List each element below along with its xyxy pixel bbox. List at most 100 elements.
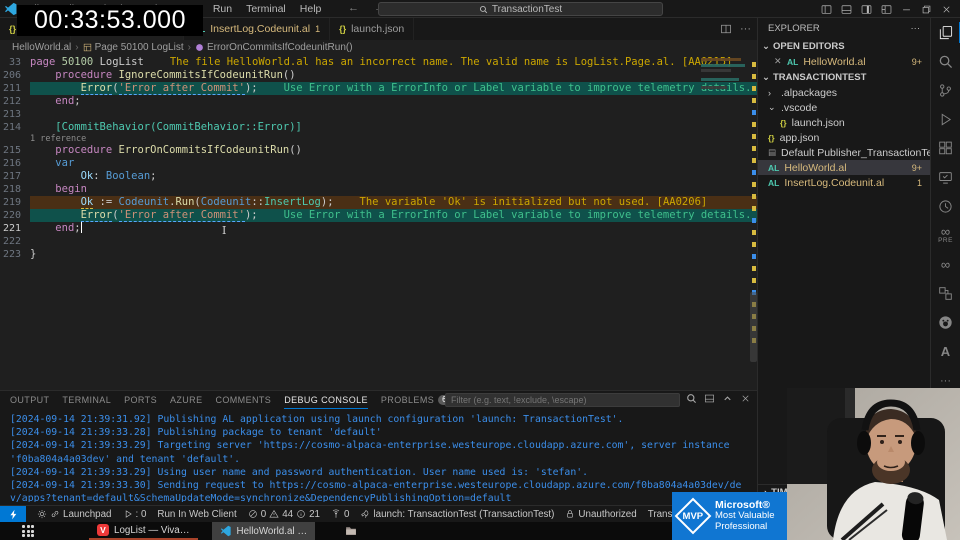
- activity-explorer-icon[interactable]: [931, 18, 960, 47]
- activity-source-control-icon[interactable]: [931, 76, 960, 105]
- ports-status[interactable]: 0: [331, 509, 349, 520]
- code-content: Error('Error after Commit'); Use Error wi…: [30, 209, 757, 222]
- debug-console-output[interactable]: [2024-09-14 21:39:31.92] Publishing AL a…: [0, 409, 757, 502]
- menu-run[interactable]: Run: [213, 3, 232, 15]
- code-line-212[interactable]: 212 end;: [0, 95, 757, 108]
- panel-tab-azure[interactable]: AZURE: [170, 391, 203, 409]
- more-actions-icon[interactable]: ···: [740, 23, 751, 35]
- command-center-search[interactable]: TransactionTest: [378, 2, 663, 16]
- panel-tab-output[interactable]: OUTPUT: [10, 391, 49, 409]
- code-line-206[interactable]: 206 procedure IgnoreCommitsIfCodeunitRun…: [0, 69, 757, 82]
- tab-InsertLog.Codeunit.al[interactable]: ALInsertLog.Codeunit.al1: [184, 18, 331, 40]
- code-line-219[interactable]: 219 Ok := Codeunit.Run(Codeunit::InsertL…: [0, 196, 757, 209]
- activity-search-icon[interactable]: [931, 47, 960, 76]
- breadcrumb[interactable]: HelloWorld.al › Page 50100 LogList › ErrorOn…: [0, 40, 757, 54]
- code-line-217[interactable]: 217 Ok: Boolean;: [0, 170, 757, 183]
- auth-status[interactable]: Unauthorized: [565, 509, 637, 520]
- tab-launch.json[interactable]: {} launch.json: [330, 18, 415, 40]
- problems-status[interactable]: 0 44 21: [248, 509, 320, 520]
- taskbar-vivaldi[interactable]: V LogList — Viva…: [89, 522, 198, 540]
- line-number: 206: [2, 70, 21, 81]
- close-icon[interactable]: [941, 4, 952, 15]
- ruler-mark: [752, 170, 756, 175]
- app-launcher-icon[interactable]: [22, 525, 34, 537]
- close-icon[interactable]: ✕: [774, 56, 782, 67]
- panel-tab-ports[interactable]: PORTS: [124, 391, 157, 409]
- toggle-panel-icon[interactable]: [841, 4, 852, 15]
- code-line-33[interactable]: 33 page 50100 LogList The file HelloWorld.…: [0, 56, 757, 69]
- code-editor[interactable]: 33 page 50100 LogList The file HelloWorld.…: [0, 54, 757, 390]
- panel-tab-comments[interactable]: COMMENTS: [215, 391, 271, 409]
- ruler-mark: [752, 62, 756, 67]
- tree-item-app-json[interactable]: {} app.json: [758, 130, 930, 145]
- code-line-220[interactable]: 220 Error('Error after Commit'); Use Erro…: [0, 209, 757, 222]
- open-editors-section[interactable]: ⌄ OPEN EDITORS: [758, 38, 930, 54]
- panel-tab-debug-console[interactable]: DEBUG CONSOLE: [284, 391, 368, 409]
- breadcrumb-separator: ›: [187, 41, 191, 53]
- tree-item-helloworld-al[interactable]: AL HelloWorld.al 9+: [758, 160, 930, 175]
- code-content: [30, 108, 757, 121]
- toggle-sidebar-icon[interactable]: [821, 4, 832, 15]
- activity-al-language-icon[interactable]: A: [931, 337, 960, 366]
- code-line-222[interactable]: 222: [0, 235, 757, 248]
- code-line-215[interactable]: 215 procedure ErrorOnCommitsIfCodeunitRu…: [0, 144, 757, 157]
- launchpad-status[interactable]: Launchpad: [37, 509, 112, 520]
- split-editor-icon[interactable]: [720, 23, 732, 35]
- activity-github-icon[interactable]: [931, 308, 960, 337]
- scrollbar-slider[interactable]: [750, 292, 757, 362]
- activity-remote-explorer-icon[interactable]: [931, 163, 960, 192]
- ruler-mark: [752, 218, 756, 223]
- remote-indicator[interactable]: [0, 505, 26, 523]
- breadcrumb-item[interactable]: Page 50100 LogList: [83, 42, 184, 53]
- filter-icon[interactable]: [686, 393, 697, 404]
- codelens-references[interactable]: 1 reference: [30, 134, 86, 144]
- code-line-214[interactable]: 214 [CommitBehavior(CommitBehavior::Erro…: [0, 121, 757, 134]
- activity-symbols-icon[interactable]: [931, 279, 960, 308]
- ruler-mark: [752, 86, 756, 91]
- line-number: 223: [2, 249, 21, 260]
- restore-icon[interactable]: [921, 4, 932, 15]
- maximize-panel-icon[interactable]: [722, 393, 733, 404]
- code-line-216[interactable]: 216 var: [0, 157, 757, 170]
- taskbar-file-manager[interactable]: [337, 522, 365, 540]
- minimap[interactable]: [701, 56, 747, 122]
- code-line-223[interactable]: 223}: [0, 248, 757, 261]
- launch-config-status[interactable]: launch: TransactionTest (TransactionTest…: [360, 509, 554, 520]
- tree-item-launch-json[interactable]: {} launch.json: [758, 115, 930, 130]
- symbol-method-icon: [196, 43, 203, 51]
- menu-help[interactable]: Help: [300, 3, 322, 15]
- activity-infinity-icon[interactable]: ∞: [931, 250, 960, 279]
- activity-clock-icon[interactable]: [931, 192, 960, 221]
- code-content: }: [30, 248, 37, 260]
- explorer-more-icon[interactable]: ···: [911, 23, 921, 34]
- line-number: 214: [2, 122, 21, 133]
- taskbar-vscode[interactable]: HelloWorld.al …: [211, 522, 316, 540]
- info-icon: [297, 510, 305, 518]
- close-panel-icon[interactable]: [740, 393, 751, 404]
- panel-tab-terminal[interactable]: TERMINAL: [62, 391, 111, 409]
- minimize-icon[interactable]: [901, 4, 912, 15]
- open-panel-icon[interactable]: [704, 393, 715, 404]
- workspace-section[interactable]: ⌄ TRANSACTIONTEST: [758, 69, 930, 85]
- breadcrumb-item[interactable]: ErrorOnCommitsIfCodeunitRun(): [195, 42, 353, 53]
- tree-item--vscode[interactable]: ⌄ .vscode: [758, 100, 930, 115]
- activity-run-debug-icon[interactable]: [931, 105, 960, 134]
- debug-sessions-status[interactable]: : 0: [123, 509, 146, 520]
- code-line-211[interactable]: 211 Error('Error after Commit'); Use Erro…: [0, 82, 757, 95]
- customize-layout-icon[interactable]: [881, 4, 892, 15]
- breadcrumb-item[interactable]: HelloWorld.al: [12, 42, 71, 53]
- console-filter-input[interactable]: [445, 393, 680, 407]
- activity-infinity-pre-icon[interactable]: ∞ PRE: [931, 221, 960, 250]
- toggle-secondary-sidebar-icon[interactable]: [861, 4, 872, 15]
- code-line-213[interactable]: 213: [0, 108, 757, 121]
- tree-item--alpackages[interactable]: › .alpackages: [758, 85, 930, 100]
- code-line-218[interactable]: 218 begin: [0, 183, 757, 196]
- activity-extensions-icon[interactable]: [931, 134, 960, 163]
- menu-terminal[interactable]: Terminal: [246, 3, 286, 15]
- tree-item-default-publisher-transactiontes-[interactable]: ▤ Default Publisher_TransactionTes…: [758, 145, 930, 160]
- tree-item-insertlog-codeunit-al[interactable]: AL InsertLog.Codeunit.al 1: [758, 175, 930, 190]
- run-in-web-client-button[interactable]: Run In Web Client: [157, 509, 236, 520]
- ruler-mark: [752, 98, 756, 103]
- code-line-221[interactable]: 221 end;: [0, 222, 757, 235]
- open-editor-row[interactable]: ✕ AL HelloWorld.al 9+: [758, 54, 930, 69]
